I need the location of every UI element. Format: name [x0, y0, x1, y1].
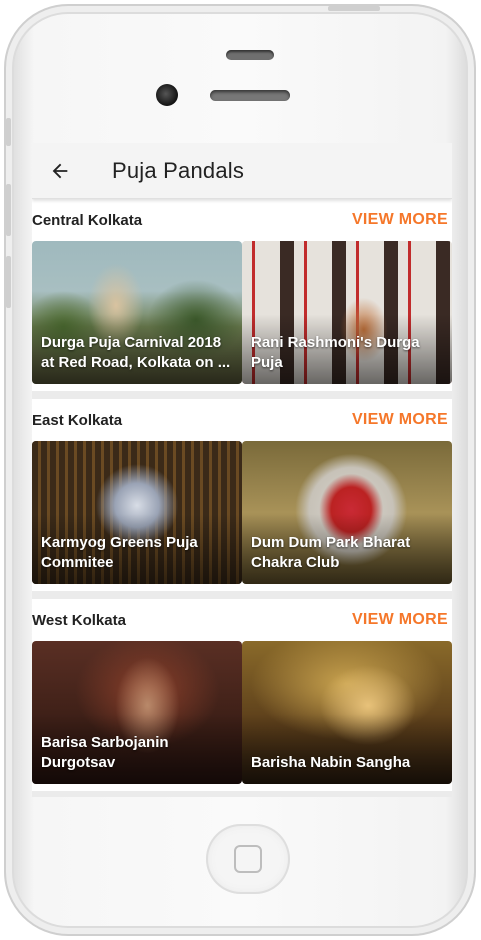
pandal-caption: Rani Rashmoni's Durga Puja — [251, 334, 420, 371]
card-row: Barisa Sarbojanin Durgotsav Barisha Nabi… — [32, 641, 452, 784]
section-divider — [32, 391, 452, 399]
pandal-caption: Durga Puja Carnival 2018 at Red Road, Ko… — [41, 334, 231, 371]
pandal-card[interactable]: Barisa Sarbojanin Durgotsav — [32, 641, 242, 784]
view-more-button[interactable]: VIEW MORE — [352, 611, 448, 629]
proximity-sensor — [210, 90, 290, 101]
section-header: East Kolkata VIEW MORE — [32, 399, 452, 441]
section-divider — [32, 591, 452, 599]
pandal-caption: Barisa Sarbojanin Durgotsav — [41, 734, 169, 771]
front-camera — [156, 84, 178, 106]
power-button — [328, 6, 380, 11]
home-square-icon — [234, 845, 262, 873]
back-button[interactable] — [34, 143, 86, 199]
section-central-kolkata: Central Kolkata VIEW MORE Durga Puja Car… — [32, 199, 452, 399]
section-header: West Kolkata VIEW MORE — [32, 599, 452, 641]
pandal-card[interactable]: Karmyog Greens Puja Commitee — [32, 441, 242, 584]
card-row: Karmyog Greens Puja Commitee Dum Dum Par… — [32, 441, 452, 584]
section-title: Central Kolkata — [32, 211, 143, 229]
section-header: Central Kolkata VIEW MORE — [32, 199, 452, 241]
earpiece-speaker — [226, 50, 274, 60]
view-more-button[interactable]: VIEW MORE — [352, 211, 448, 229]
view-more-button[interactable]: VIEW MORE — [352, 411, 448, 429]
home-button[interactable] — [206, 824, 290, 894]
section-west-kolkata: West Kolkata VIEW MORE Barisa Sarbojanin… — [32, 599, 452, 797]
pandal-card[interactable]: Rani Rashmoni's Durga Puja — [242, 241, 452, 384]
pandal-card[interactable]: Barisha Nabin Sangha — [242, 641, 452, 784]
page-title: Puja Pandals — [112, 157, 245, 183]
volume-up-button — [6, 184, 11, 236]
section-divider — [32, 791, 452, 797]
section-title: West Kolkata — [32, 611, 126, 629]
mute-switch — [6, 118, 11, 146]
section-title: East Kolkata — [32, 411, 123, 429]
app-screen: Puja Pandals Central Kolkata VIEW MORE D… — [32, 143, 452, 797]
volume-down-button — [6, 256, 11, 308]
pandal-caption: Barisha Nabin Sangha — [251, 754, 411, 771]
pandal-card[interactable]: Durga Puja Carnival 2018 at Red Road, Ko… — [32, 241, 242, 384]
pandal-caption: Karmyog Greens Puja Commitee — [41, 534, 198, 571]
app-bar: Puja Pandals — [32, 143, 452, 199]
section-east-kolkata: East Kolkata VIEW MORE Karmyog Greens Pu… — [32, 399, 452, 599]
pandal-card[interactable]: Dum Dum Park Bharat Chakra Club — [242, 441, 452, 584]
arrow-left-icon — [52, 163, 68, 178]
pandal-caption: Dum Dum Park Bharat Chakra Club — [251, 534, 411, 571]
card-row: Durga Puja Carnival 2018 at Red Road, Ko… — [32, 241, 452, 384]
